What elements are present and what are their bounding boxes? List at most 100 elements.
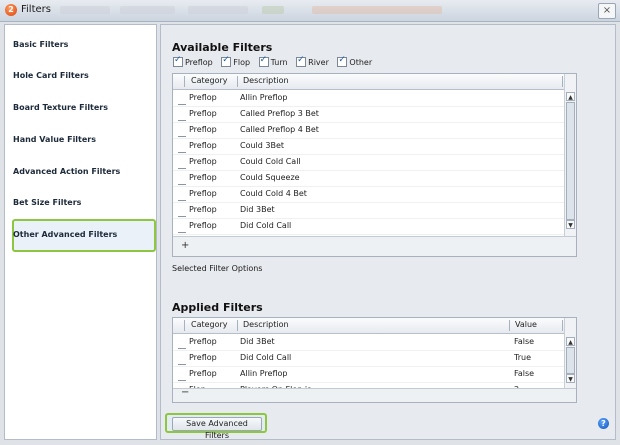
app-logo-icon: 2 [5,4,17,16]
nav-item-hole-card-filters[interactable]: Hole Card Filters [13,71,89,80]
cell-description: Could 3Bet [240,141,285,150]
cell-category: Preflop [189,109,217,118]
close-button[interactable]: × [598,3,616,19]
row-indicator [178,216,186,217]
selected-filter-options-label: Selected Filter Options [172,264,263,273]
cell-description: Did 3Bet [240,337,275,346]
save-button-highlight: Save Advanced Filters [165,413,267,440]
table-row[interactable]: Preflop Did 3Bet [173,202,576,219]
filters-main-panel: Available Filters Preflop Flop Turn Rive… [160,24,616,440]
column-separator [184,76,185,87]
scroll-down-arrow-icon[interactable]: ▼ [566,374,575,383]
cell-category: Preflop [189,189,217,198]
checkbox-preflop[interactable] [173,55,183,67]
row-indicator [178,364,186,365]
toolbar-faded-item [262,6,284,14]
checkbox-preflop-label: Preflop [185,57,213,67]
cell-category: Preflop [189,157,217,166]
table-row[interactable]: Preflop Called Preflop 3 Bet [173,106,576,123]
checkbox-other-label: Other [349,57,373,67]
table-row[interactable]: Preflop Could Cold Call [173,154,576,171]
add-filter-icon[interactable]: + [181,240,189,251]
table-row[interactable]: Preflop Could 3Bet [173,138,576,155]
nav-item-other-advanced-filters[interactable]: Other Advanced Filters [13,230,117,239]
column-header-category[interactable]: Category [191,320,228,329]
column-separator [237,76,238,87]
column-header-category[interactable]: Category [191,76,228,85]
cell-description: Did 3Bet [240,205,275,214]
row-indicator [178,380,186,381]
column-header-description[interactable]: Description [243,76,289,85]
title-bar: 2 Filters × [0,0,620,22]
scrollbar-thumb[interactable] [566,102,575,220]
column-header-value[interactable]: Value [515,320,537,329]
available-filters-grid: Category Description Preflop Allin Preflo… [172,73,577,257]
row-indicator [178,184,186,185]
remove-filter-icon[interactable]: − [181,387,189,398]
column-separator [509,320,510,331]
cell-description: Did Cold Call [240,221,292,230]
cell-category: Preflop [189,93,217,102]
cell-description: Allin Preflop [240,369,288,378]
grid-header: Category Description Value [173,318,576,334]
nav-item-basic-filters[interactable]: Basic Filters [13,40,68,49]
grid-header: Category Description [173,74,576,90]
table-row[interactable]: Preflop Allin Preflop False [173,366,576,383]
column-separator [237,320,238,331]
cell-category: Preflop [189,353,217,362]
cell-category: Preflop [189,173,217,182]
checkbox-other[interactable] [337,55,348,67]
filter-category-nav: Basic Filters Hole Card Filters Board Te… [4,24,157,440]
cell-value: True [514,353,531,362]
scrollbar-thumb[interactable] [566,347,575,374]
checkbox-flop[interactable] [221,55,232,67]
row-indicator [178,232,186,233]
cell-description: Called Preflop 4 Bet [240,125,319,134]
table-row[interactable]: Preflop Could Squeeze [173,170,576,187]
cell-category: Preflop [189,221,217,230]
cell-description: Called Preflop 3 Bet [240,109,319,118]
row-indicator [178,136,186,137]
toolbar-faded-item [60,6,110,14]
checkbox-turn[interactable] [258,55,269,67]
scroll-up-arrow-icon[interactable]: ▲ [566,92,575,101]
table-row[interactable]: Preflop Called Preflop 4 Bet [173,122,576,139]
table-row[interactable]: Preflop Did Cold Call True [173,350,576,367]
applied-filters-heading: Applied Filters [172,301,263,314]
column-separator [184,320,185,331]
cell-category: Preflop [189,141,217,150]
toolbar-faded-item [188,6,248,14]
scroll-up-arrow-icon[interactable]: ▲ [566,337,575,346]
checkbox-river-label: River [308,57,329,67]
scroll-down-arrow-icon[interactable]: ▼ [566,220,575,229]
cell-category: Preflop [189,125,217,134]
applied-filters-grid: Category Description Value Preflop Did 3B… [172,317,577,403]
help-icon[interactable]: ? [598,418,609,429]
grid-footer: − [173,387,576,402]
column-separator [562,76,563,87]
table-row[interactable]: Preflop Could Cold 4 Bet [173,186,576,203]
nav-item-board-texture-filters[interactable]: Board Texture Filters [13,103,108,112]
table-row[interactable]: Preflop Did Cold Call [173,218,576,235]
vertical-scrollbar[interactable]: ▲ ▼ [564,74,576,236]
toolbar-faded-item [312,6,442,14]
column-header-description[interactable]: Description [243,320,289,329]
cell-description: Could Cold Call [240,157,301,166]
table-row[interactable]: Preflop Allin Preflop [173,90,576,107]
toolbar-faded-item [120,6,175,14]
vertical-scrollbar[interactable]: ▲ ▼ [564,318,576,388]
row-indicator [178,348,186,349]
cell-category: Preflop [189,337,217,346]
row-indicator [178,200,186,201]
row-indicator [178,152,186,153]
nav-item-bet-size-filters[interactable]: Bet Size Filters [13,198,81,207]
checkbox-river[interactable] [296,55,307,67]
cell-description: Could Cold 4 Bet [240,189,307,198]
cell-value: False [514,337,535,346]
table-row[interactable]: Preflop Did 3Bet False [173,334,576,351]
cell-value: False [514,369,535,378]
nav-item-advanced-action-filters[interactable]: Advanced Action Filters [13,167,120,176]
checkbox-turn-label: Turn [270,57,288,67]
nav-item-hand-value-filters[interactable]: Hand Value Filters [13,135,96,144]
save-advanced-filters-button[interactable]: Save Advanced Filters [172,417,262,440]
